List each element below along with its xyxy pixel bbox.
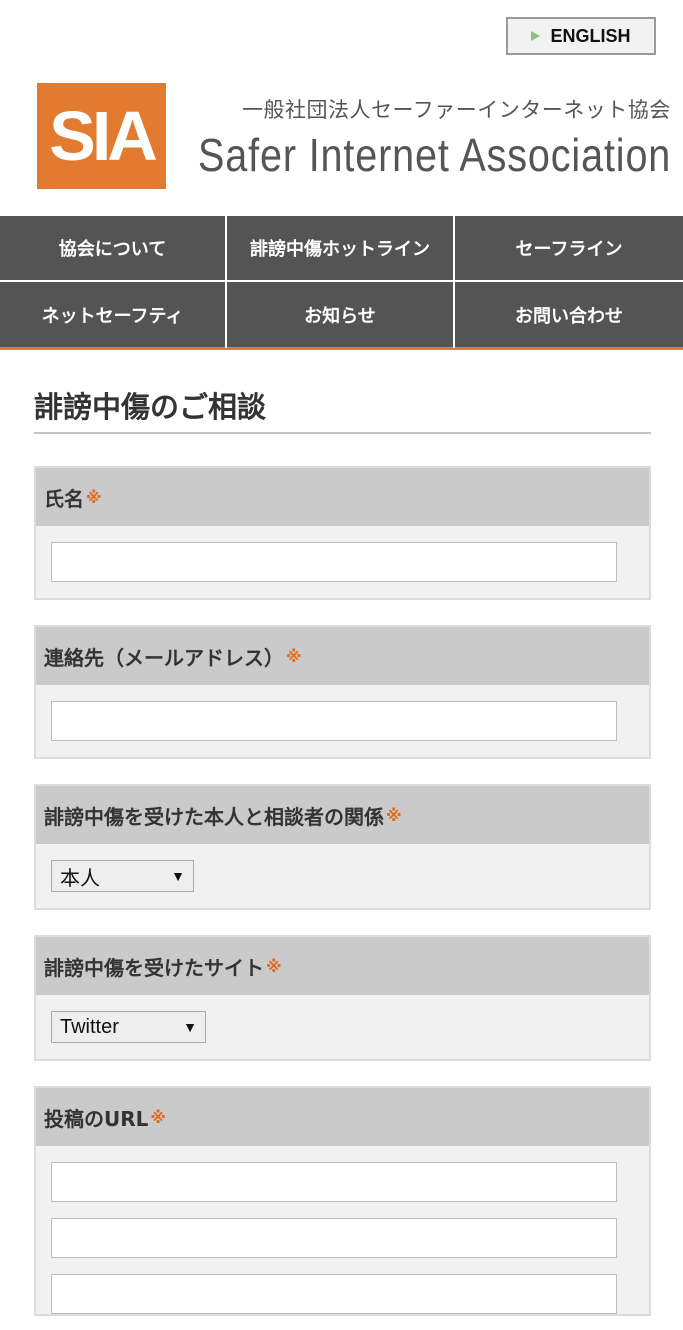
page-title: 誹謗中傷のご相談	[34, 390, 267, 424]
nav-item-net-safety[interactable]: ネットセーフティ	[0, 282, 227, 348]
url-input-1[interactable]	[51, 1162, 617, 1202]
email-input[interactable]	[51, 701, 617, 741]
relation-section: 誹謗中傷を受けた本人と相談者の関係 ※ 本人 ▼	[34, 784, 651, 910]
relation-label-row: 誹謗中傷を受けた本人と相談者の関係 ※	[36, 786, 649, 844]
logo[interactable]: SIA	[37, 83, 166, 189]
required-mark: ※	[150, 1107, 166, 1127]
required-mark: ※	[86, 487, 102, 507]
dropdown-arrow-icon: ▼	[183, 1019, 197, 1035]
url-input-3[interactable]	[51, 1274, 617, 1314]
name-label: 氏名	[44, 486, 84, 511]
logo-text: SIA	[49, 97, 158, 175]
email-label: 連絡先（メールアドレス）	[44, 645, 284, 670]
relation-label: 誹謗中傷を受けた本人と相談者の関係	[44, 804, 384, 829]
name-section: 氏名 ※	[34, 466, 651, 600]
title-divider	[34, 432, 651, 434]
site-label-row: 誹謗中傷を受けたサイト ※	[36, 937, 649, 995]
site-select[interactable]: Twitter ▼	[51, 1011, 206, 1043]
site-label: 誹謗中傷を受けたサイト	[44, 955, 264, 980]
nav-item-news[interactable]: お知らせ	[227, 282, 455, 348]
play-triangle-icon	[531, 31, 541, 41]
nav-item-hotline[interactable]: 誹謗中傷ホットライン	[227, 216, 455, 282]
dropdown-arrow-icon: ▼	[171, 868, 185, 884]
nav-item-safeline[interactable]: セーフライン	[455, 216, 683, 282]
required-mark: ※	[266, 956, 282, 976]
main-nav: 協会について 誹謗中傷ホットライン セーフライン ネットセーフティ お知らせ お…	[0, 216, 683, 350]
email-section: 連絡先（メールアドレス） ※	[34, 625, 651, 759]
url-label: 投稿のURL	[44, 1106, 149, 1131]
org-name-jp: 一般社団法人セーファーインターネット協会	[242, 98, 671, 122]
relation-select-value: 本人	[60, 867, 100, 890]
required-mark: ※	[386, 805, 402, 825]
required-mark: ※	[286, 646, 302, 666]
url-label-row: 投稿のURL ※	[36, 1088, 649, 1146]
url-input-2[interactable]	[51, 1218, 617, 1258]
relation-select[interactable]: 本人 ▼	[51, 860, 194, 892]
site-section: 誹謗中傷を受けたサイト ※ Twitter ▼	[34, 935, 651, 1061]
english-button[interactable]: ENGLISH	[506, 17, 656, 55]
site-select-value: Twitter	[60, 1015, 119, 1038]
email-label-row: 連絡先（メールアドレス） ※	[36, 627, 649, 685]
nav-item-about[interactable]: 協会について	[0, 216, 227, 282]
url-section: 投稿のURL ※	[34, 1086, 651, 1316]
name-label-row: 氏名 ※	[36, 468, 649, 526]
org-name-en: Safer Internet Association	[198, 129, 672, 181]
english-button-label: ENGLISH	[550, 25, 631, 46]
nav-item-contact[interactable]: お問い合わせ	[455, 282, 683, 348]
name-input[interactable]	[51, 542, 617, 582]
